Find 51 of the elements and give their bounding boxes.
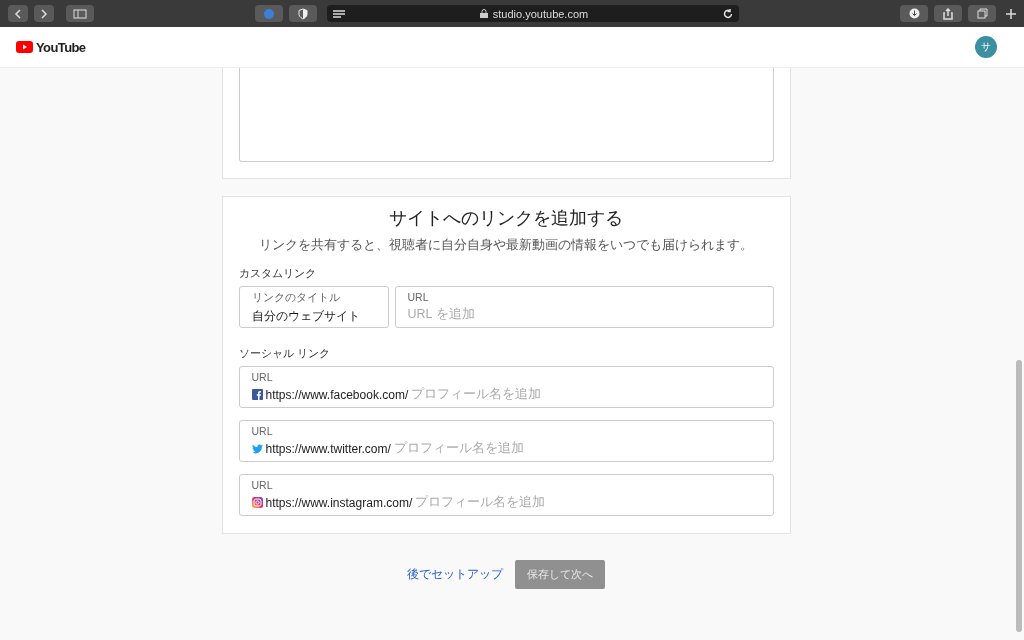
address-bar[interactable]: studio.youtube.com bbox=[327, 5, 739, 22]
field-label: URL bbox=[251, 371, 274, 383]
field-placeholder: プロフィール名を追加 bbox=[393, 440, 524, 457]
social-url-field[interactable]: URL https://www.twitter.com/ プロフィール名を追加 bbox=[238, 420, 774, 462]
play-logo-icon bbox=[16, 41, 33, 53]
download-button[interactable] bbox=[900, 5, 928, 22]
field-label: URL bbox=[251, 425, 274, 437]
facebook-icon bbox=[251, 389, 263, 400]
share-button[interactable] bbox=[934, 5, 962, 22]
url-prefix: https://www.twitter.com/ bbox=[265, 441, 391, 456]
section-heading: ソーシャル リンク bbox=[238, 346, 331, 361]
new-tab-icon[interactable] bbox=[1006, 8, 1016, 19]
url-prefix: https://www.facebook.com/ bbox=[265, 387, 409, 402]
avatar[interactable]: サ bbox=[975, 36, 997, 58]
social-url-field[interactable]: URL https://www.instagram.com/ プロフィール名を追加 bbox=[238, 474, 774, 516]
lock-icon bbox=[479, 9, 488, 18]
field-placeholder: プロフィール名を追加 bbox=[415, 494, 546, 511]
extension-button[interactable] bbox=[255, 5, 283, 22]
back-button[interactable] bbox=[8, 5, 28, 22]
field-value: 自分のウェブサイト bbox=[251, 308, 361, 325]
field-label: URL bbox=[407, 291, 430, 303]
download-icon bbox=[908, 8, 920, 19]
instagram-icon bbox=[251, 497, 263, 508]
reader-icon bbox=[333, 9, 345, 18]
forward-button[interactable] bbox=[34, 5, 54, 22]
social-url-field[interactable]: URL https://www.facebook.com/ プロフィール名を追加 bbox=[238, 366, 774, 408]
field-label: リンクのタイトル bbox=[251, 291, 341, 305]
shield-button[interactable] bbox=[289, 5, 317, 22]
section-heading: カスタムリンク bbox=[238, 266, 317, 281]
url-text: studio.youtube.com bbox=[492, 7, 589, 20]
shield-icon bbox=[298, 7, 308, 20]
sidebar-icon bbox=[73, 8, 87, 19]
tabs-icon bbox=[976, 8, 988, 19]
bird-icon bbox=[251, 443, 263, 454]
tabs-button[interactable] bbox=[968, 5, 996, 22]
url-prefix: https://www.instagram.com/ bbox=[265, 495, 413, 510]
sidebar-button[interactable] bbox=[66, 5, 94, 22]
chevron-left-icon bbox=[14, 8, 22, 19]
field-placeholder: URL を追加 bbox=[407, 306, 476, 323]
share-icon bbox=[943, 7, 953, 20]
url-field[interactable]: URL URL を追加 bbox=[394, 286, 774, 328]
field-label: URL bbox=[251, 479, 274, 491]
scrollbar[interactable] bbox=[1016, 360, 1022, 632]
card-title: サイトへのリンクを追加する bbox=[388, 207, 624, 230]
chevron-right-icon bbox=[40, 8, 48, 19]
link-title-field[interactable]: リンクのタイトル 自分のウェブサイト bbox=[238, 286, 389, 328]
card-subtitle: リンクを共有すると、視聴者に自分自身や最新動画の情報をいつでも届けられます。 bbox=[258, 237, 754, 254]
reload-icon[interactable] bbox=[723, 8, 733, 19]
logo-text[interactable]: YouTube bbox=[36, 39, 86, 55]
field-placeholder: プロフィール名を追加 bbox=[411, 386, 542, 403]
setup-later-link[interactable]: 後でセットアップ bbox=[407, 566, 503, 583]
